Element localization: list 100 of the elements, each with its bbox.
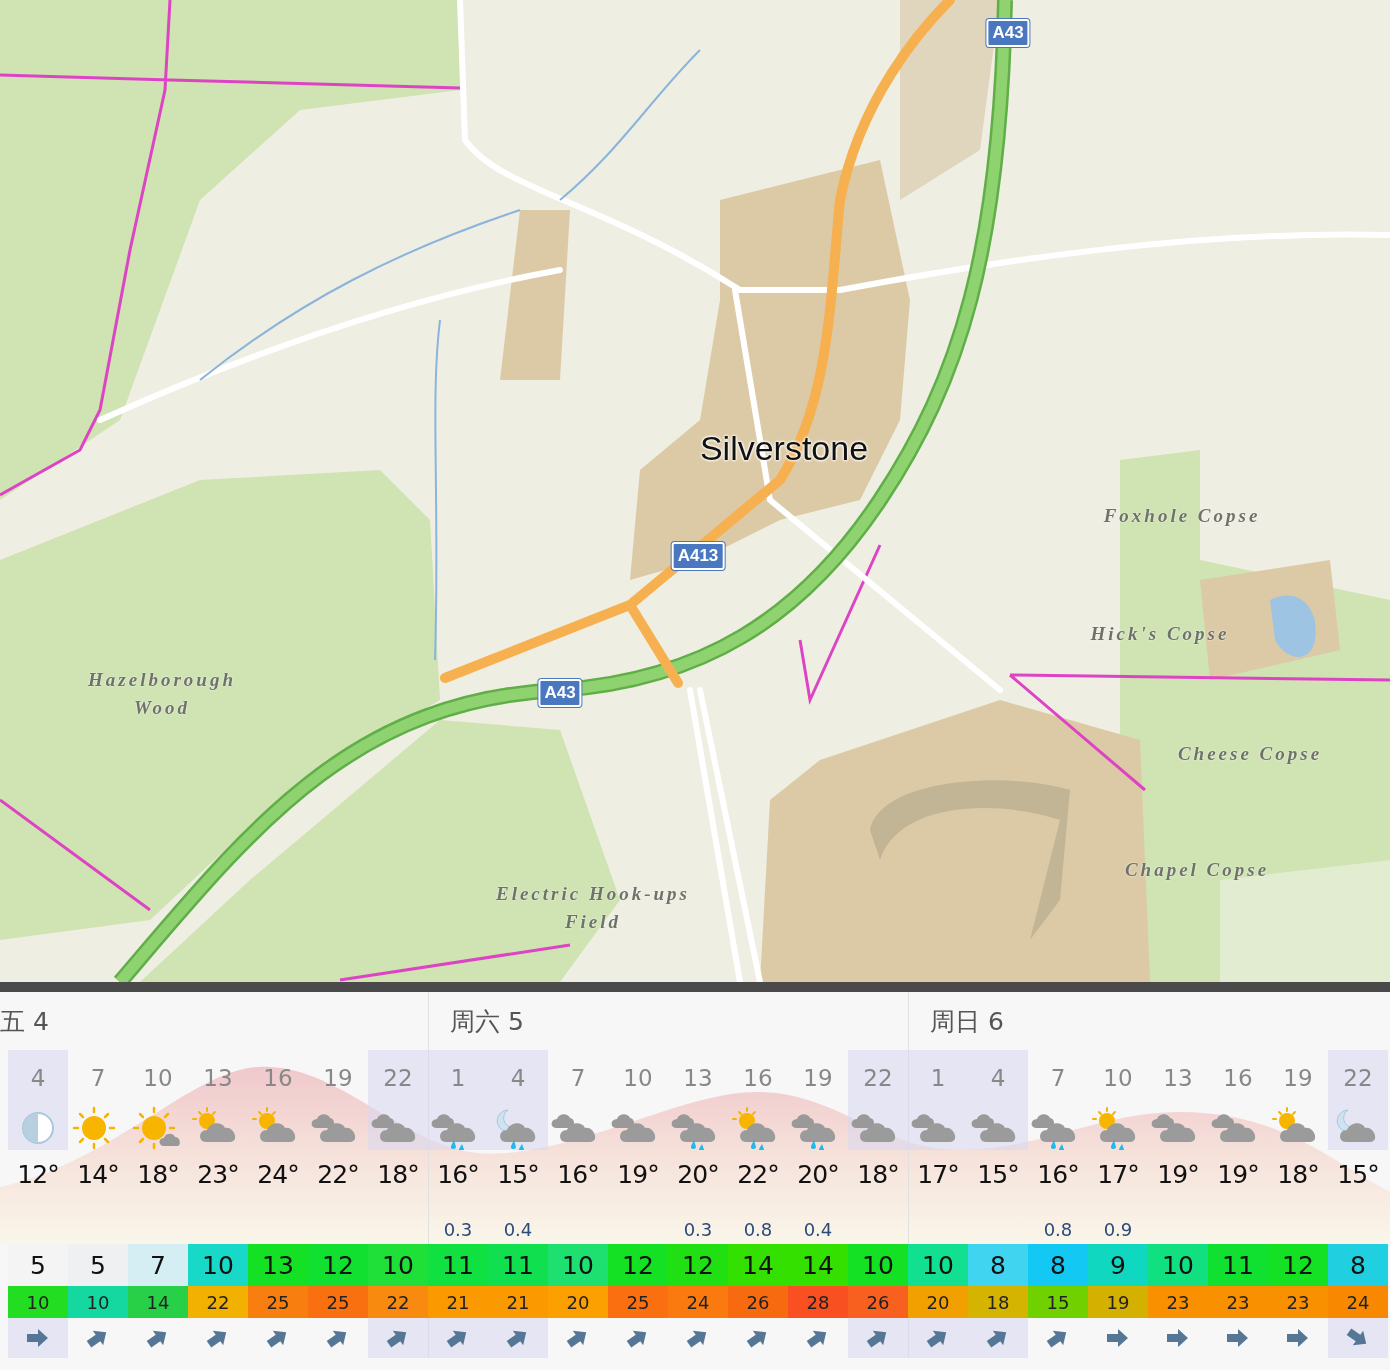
- hour-cell-text: 19: [322, 1064, 354, 1093]
- precipitation: 0.8: [743, 1219, 773, 1240]
- temperature: 20°: [796, 1158, 840, 1191]
- temperature: 15°: [1336, 1158, 1380, 1191]
- hour-cell-text: 10: [142, 1064, 174, 1093]
- hour-cell: 4: [8, 1050, 68, 1106]
- wind-speed-cell: 7: [128, 1244, 188, 1286]
- precipitation: 0.9: [1103, 1219, 1133, 1240]
- wind-gust-cell: 15: [1028, 1286, 1088, 1318]
- temperature: 16°: [556, 1158, 600, 1191]
- temperature: 24°: [256, 1158, 300, 1191]
- hour-cell: 4: [488, 1050, 548, 1106]
- hour-cell-text: 13: [1162, 1064, 1194, 1093]
- wind-speed-cell: 8: [968, 1244, 1028, 1286]
- hour-cell-text: 13: [682, 1064, 714, 1093]
- wind-speed-cell: 10: [548, 1244, 608, 1286]
- precipitation: 0.8: [1043, 1219, 1073, 1240]
- wind-speed-cell: 9: [1088, 1244, 1148, 1286]
- wind-speed-cell: 12: [308, 1244, 368, 1286]
- temperature: 17°: [916, 1158, 960, 1191]
- hour-cell-text: 10: [1102, 1064, 1134, 1093]
- wind-gust-cell: 22: [188, 1286, 248, 1318]
- wind-speed-cell: 11: [1208, 1244, 1268, 1286]
- wind-gust-cell: 28: [788, 1286, 848, 1318]
- hour-cell-text: 19: [1282, 1064, 1314, 1093]
- precipitation: 0.4: [503, 1219, 533, 1240]
- wind-gust-cell: 19: [1088, 1286, 1148, 1318]
- wind-speed-cell: 8: [1328, 1244, 1388, 1286]
- place-label: Electric Hook-ups Field: [495, 882, 691, 934]
- wind-gust-cell: 26: [848, 1286, 908, 1318]
- hour-cell-text: 7: [89, 1064, 107, 1093]
- wind-speed-cell: 10: [908, 1244, 968, 1286]
- day-label: 五 4: [0, 1005, 49, 1038]
- road-sign: A43: [538, 679, 582, 707]
- wind-gust-cell: 23: [1268, 1286, 1328, 1318]
- wind-speed-cell: 10: [188, 1244, 248, 1286]
- wind-speed-cell: 13: [248, 1244, 308, 1286]
- day-label: 周日 6: [930, 1005, 1004, 1038]
- wind-gust-cell: 21: [488, 1286, 548, 1318]
- wind-speed-cell: 14: [788, 1244, 848, 1286]
- hour-cell: 22: [368, 1050, 428, 1106]
- hour-cell: 22: [848, 1050, 908, 1106]
- wind-gust-cell: 22: [368, 1286, 428, 1318]
- map[interactable]: A43 Silverstone A413 Foxhole Copse Hick's Copse Hazelborough Wood A43 Cheese Copse Chapel Copse Electric Hook-ups Field: [0, 0, 1390, 982]
- wind-speed-cell: 10: [368, 1244, 428, 1286]
- wind-gust-cell: 10: [8, 1286, 68, 1318]
- hour-cell-text: 10: [622, 1064, 654, 1093]
- precipitation: 0.4: [803, 1219, 833, 1240]
- hour-cell-text: 19: [802, 1064, 834, 1093]
- wind-speed-cell: 12: [668, 1244, 728, 1286]
- wind-gust-cell: 14: [128, 1286, 188, 1318]
- wind-speed-cell: 10: [848, 1244, 908, 1286]
- separator-bar[interactable]: [0, 982, 1390, 992]
- wind-gust-cell: 26: [728, 1286, 788, 1318]
- wind-gust-cell: 24: [1328, 1286, 1388, 1318]
- temperature: 14°: [76, 1158, 120, 1191]
- temperature: 22°: [316, 1158, 360, 1191]
- wind-gust-cell: 24: [668, 1286, 728, 1318]
- hour-cell: 22: [1328, 1050, 1388, 1106]
- hour-cell-text: 7: [1049, 1064, 1067, 1093]
- temperature: 18°: [856, 1158, 900, 1191]
- wind-speed-cell: 11: [428, 1244, 488, 1286]
- wind-gust-cell: 21: [428, 1286, 488, 1318]
- hour-cell: 4: [968, 1050, 1028, 1106]
- wind-speed-cell: 5: [68, 1244, 128, 1286]
- wind-gust-cell: 20: [908, 1286, 968, 1318]
- temperature: 20°: [676, 1158, 720, 1191]
- temperature: 18°: [1276, 1158, 1320, 1191]
- temperature: 17°: [1096, 1158, 1140, 1191]
- temperature: 16°: [1036, 1158, 1080, 1191]
- temperature: 19°: [616, 1158, 660, 1191]
- place-label: Chapel Copse: [1123, 858, 1271, 882]
- temperature: 16°: [436, 1158, 480, 1191]
- wind-gust-cell: 18: [968, 1286, 1028, 1318]
- place-label: Hazelborough Wood: [87, 668, 237, 720]
- road-sign: A43: [986, 19, 1030, 47]
- place-label: Hick's Copse: [1089, 622, 1231, 646]
- wind-gust-cell: 20: [548, 1286, 608, 1318]
- wind-gust-cell: 23: [1208, 1286, 1268, 1318]
- hour-cell: 1: [908, 1050, 968, 1106]
- wind-speed-cell: 10: [1148, 1244, 1208, 1286]
- temperature: 19°: [1216, 1158, 1260, 1191]
- wind-gust-cell: 23: [1148, 1286, 1208, 1318]
- wind-gust-cell: 10: [68, 1286, 128, 1318]
- hour-cell-text: 7: [569, 1064, 587, 1093]
- town-label: Silverstone: [699, 428, 869, 468]
- temperature: 18°: [376, 1158, 420, 1191]
- hour-cell-text: 16: [262, 1064, 294, 1093]
- precipitation: 0.3: [683, 1219, 713, 1240]
- wind-speed-cell: 12: [1268, 1244, 1328, 1286]
- hour-cell-text: 16: [1222, 1064, 1254, 1093]
- temperature: 15°: [496, 1158, 540, 1191]
- hour-cell: 1: [428, 1050, 488, 1106]
- wind-speed-cell: 11: [488, 1244, 548, 1286]
- place-label: Foxhole Copse: [1102, 504, 1262, 528]
- temperature: 23°: [196, 1158, 240, 1191]
- temperature: 22°: [736, 1158, 780, 1191]
- temperature: 15°: [976, 1158, 1020, 1191]
- wind-speed-cell: 12: [608, 1244, 668, 1286]
- hour-cell-text: 13: [202, 1064, 234, 1093]
